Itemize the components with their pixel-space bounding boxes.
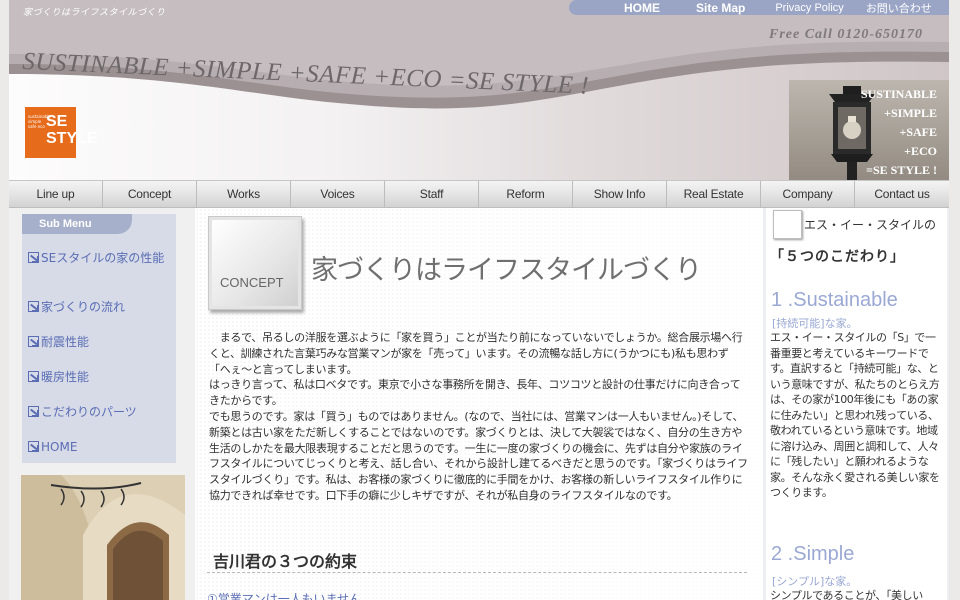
nav-contact-us[interactable]: Contact us <box>855 181 949 207</box>
sub-menu-item-label: 家づくりの流れ <box>41 300 126 314</box>
section-text: シンプルであることが、「美しい <box>770 589 923 600</box>
body-paragraph: でも思うのです。家は「買う」ものではありません。(なので、当社には、営業マンは一… <box>209 409 748 502</box>
nav-show-info[interactable]: Show Info <box>573 181 667 207</box>
concept-badge: CONCEPT <box>208 216 302 310</box>
top-link-contact[interactable]: お問い合わせ <box>866 0 932 16</box>
header-photo-lamp: SUSTINABLE +SIMPLE +SAFE +ECO =SE STYLE … <box>789 80 949 180</box>
sub-menu-item-label: 耐震性能 <box>41 335 90 349</box>
top-link-privacy[interactable]: Privacy Policy <box>775 2 843 14</box>
photo-slogan-line: SUSTINABLE <box>860 87 937 101</box>
photo-slogan: SUSTINABLE +SIMPLE +SAFE +ECO =SE STYLE … <box>861 85 937 180</box>
nav-reform[interactable]: Reform <box>479 181 573 207</box>
header: 家づくりはライフスタイルづくり HOME Site Map Privacy Po… <box>9 0 949 180</box>
arrow-icon <box>28 301 39 312</box>
main-nav: Line up Concept Works Voices Staff Refor… <box>9 180 949 208</box>
photo-slogan-line: +SAFE <box>899 125 937 139</box>
section-text: エス・イー・スタイルの「S」で一番重要と考えているキーワードです。直訳すると「持… <box>770 331 940 499</box>
house-entrance-photo <box>21 475 185 600</box>
square-icon <box>773 210 802 239</box>
section-subtitle: [シンプル]な家。 <box>772 575 858 588</box>
sub-menu-item-label: こだわりのパーツ <box>41 405 137 419</box>
section-number: 2 .Simple <box>771 543 855 565</box>
arrow-icon <box>28 406 39 417</box>
right-panel: エス・イー・スタイルの 「５つのこだわり」 1 .Sustainable [持続… <box>766 208 947 600</box>
left-column: Sub Menu SEスタイルの家の性能 家づくりの流れ 耐震性能 暖房性能 こ… <box>9 208 195 600</box>
nav-voices[interactable]: Voices <box>291 181 385 207</box>
sub-menu-item-heating[interactable]: 暖房性能 <box>28 370 172 385</box>
concept-badge-face <box>212 220 298 306</box>
sub-menu-item-flow[interactable]: 家づくりの流れ <box>28 300 172 315</box>
section-number: 1 .Sustainable <box>771 289 898 311</box>
sub-menu-item-performance[interactable]: SEスタイルの家の性能 <box>28 251 172 266</box>
sub-menu-item-parts[interactable]: こだわりのパーツ <box>28 405 172 420</box>
top-links: HOME Site Map Privacy Policy お問い合わせ <box>569 0 949 15</box>
concept-label: CONCEPT <box>220 275 284 290</box>
logo-main-text: SE STYLE <box>46 113 98 147</box>
free-call-number: Free Call 0120-650170 <box>769 27 923 42</box>
sub-menu-item-home[interactable]: HOME <box>28 440 172 455</box>
page-title: 家づくりはライフスタイルづくり <box>311 255 702 286</box>
arrow-icon <box>28 252 39 263</box>
promises-heading: 吉川君の３つの約束 <box>213 552 358 571</box>
nav-staff[interactable]: Staff <box>385 181 479 207</box>
arrow-icon <box>28 336 39 347</box>
arrow-icon <box>28 441 39 452</box>
right-heading: 「５つのこだわり」 <box>770 249 905 265</box>
nav-works[interactable]: Works <box>197 181 291 207</box>
right-column: エス・イー・スタイルの 「５つのこだわり」 1 .Sustainable [持続… <box>763 208 949 600</box>
promise-item: ①営業マンは一人もいません <box>207 592 362 600</box>
top-link-sitemap[interactable]: Site Map <box>696 1 745 15</box>
logo-small-text: sustainable simple safe eco <box>28 114 51 129</box>
body-paragraph: まるで、吊るしの洋服を選ぶように「家を買う」ことが当たり前になっていないでしょう… <box>209 331 743 376</box>
sub-menu-title: Sub Menu <box>22 214 132 234</box>
se-style-logo[interactable]: sustainable simple safe eco SE STYLE <box>25 107 98 158</box>
frame-left <box>0 0 9 600</box>
sub-menu-item-earthquake[interactable]: 耐震性能 <box>28 335 172 350</box>
main-content: CONCEPT 家づくりはライフスタイルづくり まるで、吊るしの洋服を選ぶように… <box>195 208 763 600</box>
page: 家づくりはライフスタイルづくり HOME Site Map Privacy Po… <box>0 0 960 600</box>
divider <box>207 572 747 573</box>
photo-slogan-line: +SIMPLE <box>884 106 937 120</box>
photo-slogan-line: +ECO <box>904 144 937 158</box>
sub-menu-item-label: HOME <box>41 440 78 454</box>
top-link-home[interactable]: HOME <box>624 1 660 15</box>
arrow-icon <box>28 371 39 382</box>
section-subtitle: [持続可能]な家。 <box>772 317 858 330</box>
nav-line-up[interactable]: Line up <box>9 181 103 207</box>
sub-menu-item-label: SEスタイルの家の性能 <box>41 251 165 265</box>
right-small-label: エス・イー・スタイルの <box>804 218 937 232</box>
sub-menu: Sub Menu SEスタイルの家の性能 家づくりの流れ 耐震性能 暖房性能 こ… <box>22 214 176 463</box>
nav-real-estate[interactable]: Real Estate <box>667 181 761 207</box>
photo-slogan-line: =SE STYLE ! <box>866 163 937 177</box>
nav-concept[interactable]: Concept <box>103 181 197 207</box>
sub-menu-item-label: 暖房性能 <box>41 370 90 384</box>
body-paragraph: はっきり言って、私は口ベタです。東京で小さな事務所を開き、長年、コツコツと設計の… <box>209 378 741 408</box>
nav-company[interactable]: Company <box>761 181 855 207</box>
site-tagline: 家づくりはライフスタイルづくり <box>23 8 166 18</box>
main-body: まるで、吊るしの洋服を選ぶように「家を買う」ことが当たり前になっていないでしょう… <box>209 330 749 504</box>
house-entrance-illustration <box>21 475 185 600</box>
frame-right <box>949 0 960 600</box>
